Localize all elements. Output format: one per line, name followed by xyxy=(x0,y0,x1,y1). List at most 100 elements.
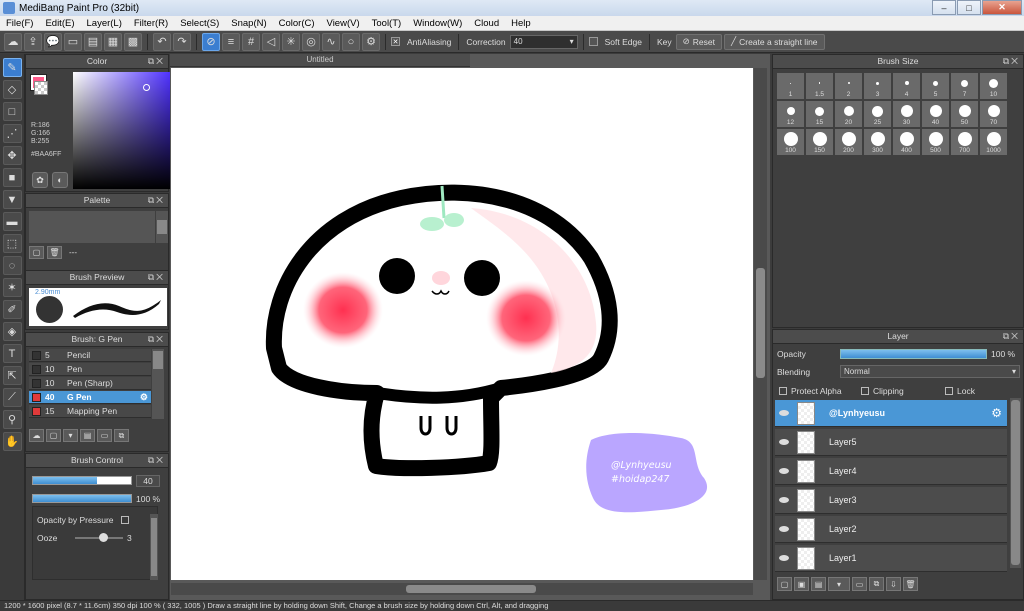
palette-area[interactable] xyxy=(29,211,155,243)
layer-row-lynhyeusu[interactable]: @Lynhyeusu ⚙ xyxy=(775,400,1007,427)
fill-shape-tool-icon[interactable]: ■ xyxy=(2,168,22,187)
vanishing-snap-icon[interactable]: ◁ xyxy=(262,32,280,51)
panel-controls-icon[interactable]: ⧉✕ xyxy=(1003,55,1020,68)
canvas-tab[interactable]: Untitled xyxy=(170,54,470,67)
cloud-icon[interactable]: ☁ xyxy=(4,32,22,51)
visibility-eye-icon[interactable] xyxy=(779,555,789,561)
brush-size-option[interactable]: 15 xyxy=(806,101,833,127)
brush-menu-icon[interactable]: ▾ xyxy=(63,429,78,442)
drawing-canvas[interactable]: @Lynhyeusu #hoidap247 xyxy=(171,68,753,580)
layer-row-layer5[interactable]: Layer5 xyxy=(775,429,1007,456)
scroll-thumb[interactable] xyxy=(151,518,157,576)
brush-size-option[interactable]: 10 xyxy=(980,73,1007,99)
text-tool-icon[interactable]: T xyxy=(2,344,22,363)
panel-icon[interactable]: ▩ xyxy=(124,32,142,51)
close-button[interactable]: ✕ xyxy=(982,0,1022,15)
menu-color[interactable]: Color(C) xyxy=(273,18,321,29)
clipping-checkbox[interactable] xyxy=(861,387,869,395)
brush-size-option[interactable]: 25 xyxy=(864,101,891,127)
gear-icon[interactable]: ⚙ xyxy=(140,392,148,403)
brush-size-option[interactable]: 1.5 xyxy=(806,73,833,99)
merge-down-icon[interactable]: ⇩ xyxy=(886,577,901,591)
brush-control-scrollbar[interactable] xyxy=(150,514,158,580)
layer-row-layer4[interactable]: Layer4 xyxy=(775,458,1007,485)
gear-icon[interactable]: ⚙ xyxy=(991,406,1002,420)
scroll-thumb[interactable] xyxy=(157,220,167,234)
visibility-eye-icon[interactable] xyxy=(779,468,789,474)
gradient-tool-icon[interactable]: ▬ xyxy=(2,212,22,231)
color-cursor[interactable] xyxy=(143,84,150,91)
reset-button[interactable]: ⊘ Reset xyxy=(675,33,722,50)
background-color-swatch[interactable] xyxy=(34,81,48,95)
snap-settings-icon[interactable]: ⚙ xyxy=(362,32,380,51)
hand-tool-icon[interactable]: ✋ xyxy=(2,432,22,451)
color-mode-icon[interactable]: ◐ xyxy=(52,172,68,188)
snap-off-icon[interactable]: ⊘ xyxy=(202,32,220,51)
menu-filter[interactable]: Filter(R) xyxy=(128,18,174,29)
panel-controls-icon[interactable]: ⧉✕ xyxy=(1003,330,1020,343)
brush-size-option[interactable]: 150 xyxy=(806,129,833,155)
trash-icon[interactable]: 🗑 xyxy=(903,577,918,591)
menu-help[interactable]: Help xyxy=(505,18,537,29)
operation-tool-icon[interactable]: ⇱ xyxy=(2,366,22,385)
ooze-slider-thumb[interactable] xyxy=(99,533,108,542)
protect-alpha-checkbox[interactable] xyxy=(779,387,787,395)
scroll-thumb[interactable] xyxy=(153,351,163,369)
layer-menu-icon[interactable]: ▾ xyxy=(828,577,850,591)
select-pen-tool-icon[interactable]: ✐ xyxy=(2,300,22,319)
new-layer-icon[interactable]: ▢ xyxy=(777,577,792,591)
select-eraser-tool-icon[interactable]: ◈ xyxy=(2,322,22,341)
brush-size-option[interactable]: 40 xyxy=(922,101,949,127)
undo-icon[interactable]: ↶ xyxy=(153,32,171,51)
brush-size-slider[interactable] xyxy=(32,476,132,485)
comment-icon[interactable]: 💬 xyxy=(44,32,62,51)
eyedropper-tool-icon[interactable]: ⚲ xyxy=(2,410,22,429)
correction-select[interactable]: 40 xyxy=(509,34,578,49)
eraser-tool-icon[interactable]: ◇ xyxy=(2,80,22,99)
layer-list-scrollbar[interactable] xyxy=(1010,398,1021,568)
visibility-eye-icon[interactable] xyxy=(779,439,789,445)
menu-cloud[interactable]: Cloud xyxy=(468,18,505,29)
dot-tool-icon[interactable]: ⋰ xyxy=(2,124,22,143)
canvas-vertical-scrollbar[interactable] xyxy=(754,68,767,580)
menu-file[interactable]: File(F) xyxy=(0,18,39,29)
radial-snap-icon[interactable]: ✳ xyxy=(282,32,300,51)
trash-icon[interactable]: 🗑 xyxy=(47,246,62,259)
brush-size-option[interactable]: 5 xyxy=(922,73,949,99)
palette-scrollbar[interactable] xyxy=(156,211,168,243)
brush-size-option[interactable]: 1000 xyxy=(980,129,1007,155)
redo-icon[interactable]: ↷ xyxy=(173,32,191,51)
panel-controls-icon[interactable]: ⧉✕ xyxy=(148,55,165,68)
bucket-tool-icon[interactable]: ▼ xyxy=(2,190,22,209)
brush-size-option[interactable]: 200 xyxy=(835,129,862,155)
brush-size-option[interactable]: 1 xyxy=(777,73,804,99)
rectangle-tool-icon[interactable]: □ xyxy=(2,102,22,121)
brush-size-option[interactable]: 3 xyxy=(864,73,891,99)
soft-edge-checkbox[interactable] xyxy=(588,37,598,46)
brush-item-pencil[interactable]: 5 Pencil xyxy=(29,349,151,362)
brush-size-option[interactable]: 500 xyxy=(922,129,949,155)
brush-item-pen-sharp[interactable]: 10 Pen (Sharp) xyxy=(29,377,151,390)
menu-layer[interactable]: Layer(L) xyxy=(81,18,128,29)
brush-folder-icon[interactable]: ▭ xyxy=(97,429,112,442)
layer-row-layer1[interactable]: Layer1 xyxy=(775,545,1007,572)
cross-snap-icon[interactable]: # xyxy=(242,32,260,51)
blending-select[interactable]: Normal xyxy=(840,365,1020,378)
curve-snap-icon[interactable]: ∿ xyxy=(322,32,340,51)
visibility-eye-icon[interactable] xyxy=(779,526,789,532)
minimize-button[interactable]: – xyxy=(932,0,956,15)
brush-settings-icon[interactable]: ▤ xyxy=(80,429,95,442)
create-straight-line-button[interactable]: ╱ Create a straight line xyxy=(723,33,825,50)
select-rect-tool-icon[interactable]: ⬚ xyxy=(2,234,22,253)
menu-select[interactable]: Select(S) xyxy=(174,18,225,29)
brush-copy-icon[interactable]: ⧉ xyxy=(114,429,129,442)
brush-size-option[interactable]: 2 xyxy=(835,73,862,99)
brush-list-scrollbar[interactable] xyxy=(152,349,164,419)
lock-checkbox[interactable] xyxy=(945,387,953,395)
move-tool-icon[interactable]: ✥ xyxy=(2,146,22,165)
panel-controls-icon[interactable]: ⧉✕ xyxy=(148,454,165,467)
concentric-snap-icon[interactable]: ◎ xyxy=(302,32,320,51)
parallel-snap-icon[interactable]: ≡ xyxy=(222,32,240,51)
visibility-eye-icon[interactable] xyxy=(779,410,789,416)
brush-size-option[interactable]: 30 xyxy=(893,101,920,127)
